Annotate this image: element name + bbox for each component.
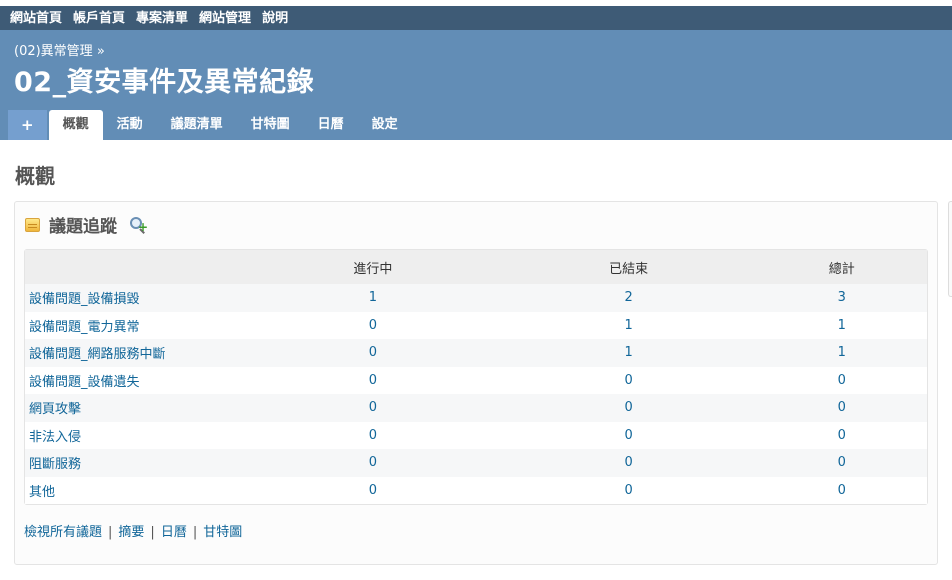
total-count-link[interactable]: 0 [756,366,927,394]
add-query-icon[interactable]: + [129,216,148,234]
issue-tracking-table: 進行中 已結束 總計 設備問題_設備損毀 1 2 3 設備問題_電力異常 0 1… [24,249,928,505]
tracker-link[interactable]: 阻斷服務 [25,449,245,477]
top-menu-projects[interactable]: 專案清單 [136,11,188,26]
tab-overview[interactable]: 概觀 [48,110,103,140]
tab-activity[interactable]: 活動 [103,110,157,140]
total-count-link[interactable]: 3 [756,284,927,312]
table-row: 設備問題_網路服務中斷 0 1 1 [25,339,927,367]
tracker-link[interactable]: 設備問題_電力異常 [25,311,245,339]
column-header-total: 總計 [756,250,927,284]
issue-tracking-box: 議題追蹤 + 進行中 已結束 總計 設備問題_設備損毀 1 2 3 設備問題_電… [14,201,938,565]
tracker-link[interactable]: 網頁攻擊 [25,394,245,422]
open-count-link[interactable]: 0 [245,449,501,477]
summary-link[interactable]: 摘要 [118,525,144,540]
tab-calendar[interactable]: 日曆 [304,110,358,140]
tracker-link[interactable]: 其他 [25,476,245,504]
open-count-link[interactable]: 0 [245,339,501,367]
new-object-button[interactable]: + [8,110,47,140]
issues-icon [25,217,40,232]
top-menu-my-page[interactable]: 帳戶首頁 [73,11,125,26]
table-row: 阻斷服務 0 0 0 [25,449,927,477]
table-row: 設備問題_電力異常 0 1 1 [25,311,927,339]
closed-count-link[interactable]: 0 [500,421,757,449]
tab-gantt[interactable]: 甘特圖 [237,110,304,140]
top-menu-help[interactable]: 說明 [262,11,288,26]
view-all-issues-link[interactable]: 檢視所有議題 [24,525,102,540]
tracker-link[interactable]: 設備問題_設備遺失 [25,366,245,394]
tracker-link[interactable]: 設備問題_設備損毀 [25,284,245,312]
closed-count-link[interactable]: 2 [500,284,757,312]
project-header: (02)異常管理 » 02_資安事件及異常紀錄 + 概觀 活動 議題清單 甘特圖… [0,30,952,140]
breadcrumb[interactable]: (02)異常管理 » [14,40,105,59]
issue-tracking-heading: 議題追蹤 + [25,212,148,237]
link-separator: | [150,525,155,540]
open-count-link[interactable]: 0 [245,366,501,394]
top-menu-home[interactable]: 網站首頁 [10,11,62,26]
tab-settings[interactable]: 設定 [358,110,412,140]
link-separator: | [108,525,113,540]
closed-count-link[interactable]: 0 [500,476,757,504]
closed-count-link[interactable]: 0 [500,394,757,422]
open-count-link[interactable]: 0 [245,311,501,339]
tracker-link[interactable]: 設備問題_網路服務中斷 [25,339,245,367]
main-menu: + 概觀 活動 議題清單 甘特圖 日曆 設定 [8,110,412,140]
total-count-link[interactable]: 0 [756,421,927,449]
calendar-link[interactable]: 日曆 [161,525,187,540]
tab-issues[interactable]: 議題清單 [157,110,237,140]
closed-count-link[interactable]: 0 [500,366,757,394]
column-header-closed: 已結束 [500,250,757,284]
open-count-link[interactable]: 0 [245,476,501,504]
table-row: 網頁攻擊 0 0 0 [25,394,927,422]
closed-count-link[interactable]: 0 [500,449,757,477]
gantt-link[interactable]: 甘特圖 [203,525,242,540]
tracker-link[interactable]: 非法入侵 [25,421,245,449]
issue-links: 檢視所有議題 | 摘要 | 日曆 | 甘特圖 [24,521,242,540]
open-count-link[interactable]: 1 [245,284,501,312]
table-header-row: 進行中 已結束 總計 [25,250,927,284]
table-row: 設備問題_設備遺失 0 0 0 [25,366,927,394]
table-row: 非法入侵 0 0 0 [25,421,927,449]
link-separator: | [192,525,198,540]
closed-count-link[interactable]: 1 [500,339,757,367]
total-count-link[interactable]: 0 [756,394,927,422]
total-count-link[interactable]: 1 [756,311,927,339]
project-title: 02_資安事件及異常紀錄 [14,67,315,98]
total-count-link[interactable]: 0 [756,449,927,477]
issue-tracking-title: 議題追蹤 [49,217,117,237]
closed-count-link[interactable]: 1 [500,311,757,339]
page-title: 概觀 [15,164,55,188]
adjacent-box-edge [948,201,952,297]
table-row: 設備問題_設備損毀 1 2 3 [25,284,927,312]
total-count-link[interactable]: 0 [756,476,927,504]
open-count-link[interactable]: 0 [245,421,501,449]
column-header-tracker [25,250,245,284]
table-row: 其他 0 0 0 [25,476,927,504]
total-count-link[interactable]: 1 [756,339,927,367]
column-header-open: 進行中 [245,250,501,284]
top-menu: 網站首頁 帳戶首頁 專案清單 網站管理 說明 [0,0,952,30]
top-menu-administration[interactable]: 網站管理 [199,11,251,26]
open-count-link[interactable]: 0 [245,394,501,422]
